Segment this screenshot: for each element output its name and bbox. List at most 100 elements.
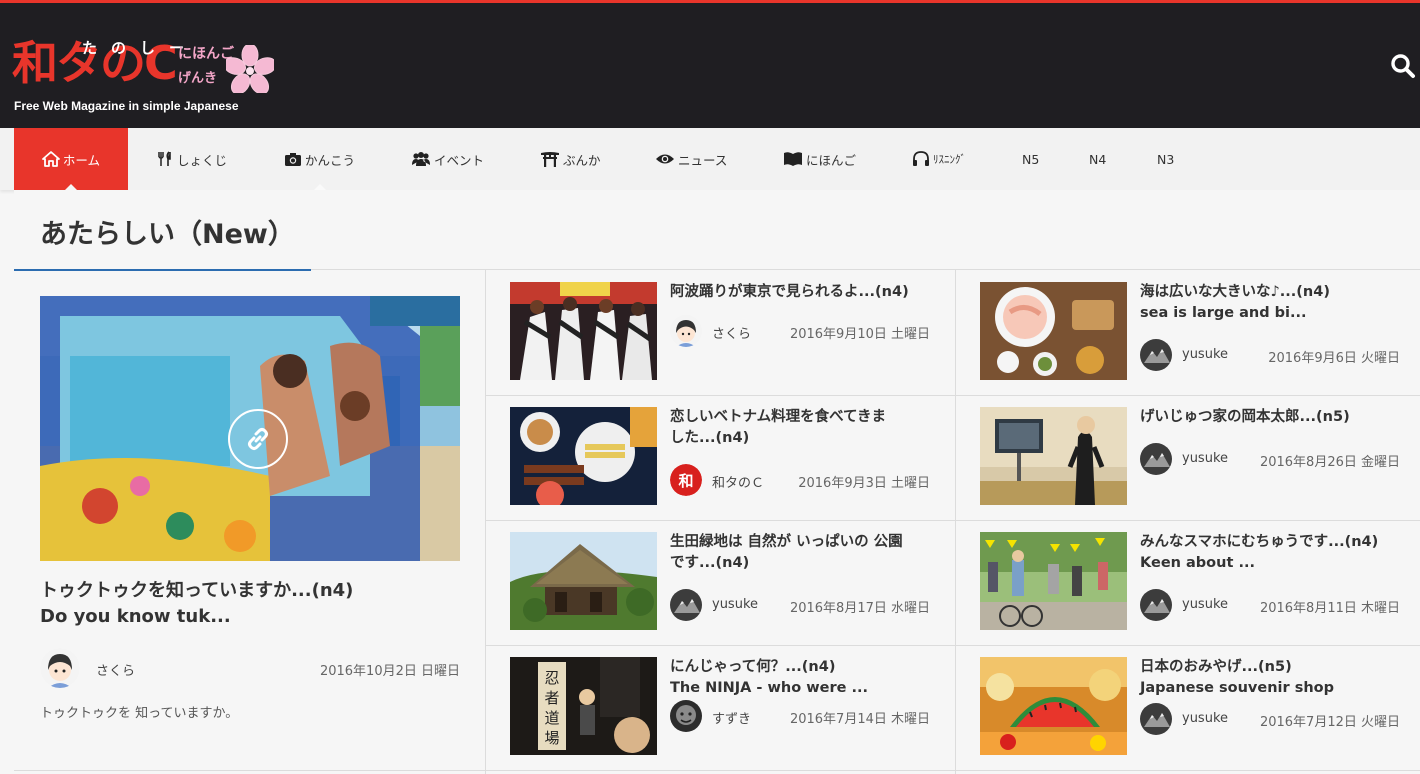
avatar[interactable]: 和 <box>670 464 702 496</box>
nav-item-news[interactable]: ニュース <box>655 128 727 190</box>
nav-item-label: しょくじ <box>177 152 228 168</box>
nav-item-listening[interactable]: ﾘｽﾆﾝｸﾞ <box>912 128 966 190</box>
post-title-line2: した...(n4) <box>670 430 750 446</box>
post-thumbnail[interactable] <box>980 407 1127 505</box>
nav-item-label: ホーム <box>62 152 101 168</box>
eye-icon <box>656 154 674 164</box>
post-card: 阿波踊りが東京で見られるよ...(n4) さくら 2016年9月10日 土曜日 <box>486 270 955 395</box>
post-title[interactable]: 日本のおみやげ...(n5) Japanese souvenir shop <box>1140 657 1405 699</box>
nav-item-n4[interactable]: N4 <box>1089 128 1106 190</box>
avatar[interactable] <box>1140 339 1172 371</box>
author-name[interactable]: 和タのＣ <box>712 472 764 491</box>
featured-post-image[interactable] <box>40 296 460 561</box>
post-title-line1: 生田緑地は 自然が いっぱいの 公園 <box>670 534 903 550</box>
post-meta: yusuke 2016年7月12日 火曜日 <box>1140 703 1400 737</box>
logo-tag-bottom: げんき <box>178 71 218 86</box>
author-name[interactable]: さくら <box>712 323 751 342</box>
post-title[interactable]: 恋しいベトナム料理を食べてきま した...(n4) <box>670 407 935 449</box>
post-date: 2016年8月26日 金曜日 <box>1259 455 1400 470</box>
post-title[interactable]: げいじゅつ家の岡本太郎...(n5) <box>1140 407 1405 428</box>
post-meta: すずき 2016年7月14日 木曜日 <box>670 700 930 734</box>
author-name[interactable]: yusuke <box>1182 451 1228 466</box>
post-date: 2016年9月6日 火曜日 <box>1268 351 1400 366</box>
utensils-icon <box>158 151 171 166</box>
main-nav: ホーム しょくじ かんこう イベント ぶんか ニュース にほんご ﾘｽﾆﾝｸﾞ … <box>0 128 1420 191</box>
post-date: 2016年8月17日 水曜日 <box>789 601 930 616</box>
avatar[interactable] <box>1140 703 1172 735</box>
nav-item-nihongo[interactable]: にほんご <box>783 128 856 190</box>
author-name[interactable]: yusuke <box>1182 711 1228 726</box>
post-meta: yusuke 2016年8月26日 金曜日 <box>1140 443 1400 477</box>
post-title-line1: 阿波踊りが東京で見られるよ...(n4) <box>670 284 909 300</box>
nav-item-shokuji[interactable]: しょくじ <box>156 128 227 190</box>
nav-item-bunka[interactable]: ぶんか <box>540 128 601 190</box>
post-card: 海は広いな大きいな♪...(n4) sea is large and bi...… <box>956 270 1420 395</box>
post-meta: yusuke 2016年8月17日 水曜日 <box>670 589 930 623</box>
author-name[interactable]: yusuke <box>1182 597 1228 612</box>
post-title-line2: Keen about ... <box>1140 555 1255 571</box>
svg-text:忍: 忍 <box>544 669 559 687</box>
post-date: 2016年10月2日 日曜日 <box>319 664 460 679</box>
featured-post-excerpt: トゥクトゥクを 知っていますか。 <box>40 706 239 721</box>
author-name[interactable]: すずき <box>712 708 751 727</box>
nav-item-label: N5 <box>1022 151 1040 167</box>
site-logo[interactable]: 和タのC たのしー にほんご げんき Free Web Magazine in … <box>12 33 277 113</box>
post-thumbnail[interactable] <box>510 282 657 380</box>
new-posts-section: あたらしい（New） トゥクトゥクを知っていますか...(n4) Do you … <box>14 190 1420 774</box>
nav-item-n5[interactable]: N5 <box>1022 128 1039 190</box>
nav-item-n3[interactable]: N3 <box>1157 128 1174 190</box>
nav-item-event[interactable]: イベント <box>411 128 484 190</box>
post-title-line1: げいじゅつ家の岡本太郎...(n5) <box>1140 409 1350 425</box>
post-date: 2016年7月14日 木曜日 <box>789 712 930 727</box>
nav-item-home[interactable]: ホーム <box>14 128 128 191</box>
avatar[interactable] <box>670 589 702 621</box>
post-date: 2016年8月11日 木曜日 <box>1259 601 1400 616</box>
featured-post-meta: さくら 2016年10月2日 日曜日 <box>40 648 460 688</box>
nav-item-label: イベント <box>434 152 485 168</box>
avatar[interactable] <box>1140 589 1172 621</box>
post-thumbnail[interactable] <box>980 282 1127 380</box>
post-thumbnail[interactable]: 忍者道場 <box>510 657 657 755</box>
post-thumbnail[interactable] <box>980 657 1127 755</box>
home-icon <box>42 151 60 167</box>
featured-post: トゥクトゥクを知っていますか...(n4) Do you know tuk...… <box>40 296 460 721</box>
post-title-line2: です...(n4) <box>670 555 750 571</box>
post-title[interactable]: にんじゃって何？...(n4) The NINJA - who were ... <box>670 657 935 699</box>
headphones-icon <box>913 151 929 166</box>
post-title[interactable]: みんなスマホにむちゅうです...(n4) Keen about ... <box>1140 532 1405 574</box>
post-thumbnail[interactable] <box>510 532 657 630</box>
nav-item-kankou[interactable]: かんこう <box>284 128 356 191</box>
avatar[interactable] <box>670 315 702 347</box>
featured-title-line1: トゥクトゥクを知っていますか...(n4) <box>40 580 354 601</box>
nav-item-label: かんこう <box>305 152 356 168</box>
post-card: 生田緑地は 自然が いっぱいの 公園 です...(n4) yusuke 2016… <box>486 520 955 645</box>
author-name[interactable]: yusuke <box>1182 347 1228 362</box>
avatar[interactable] <box>40 648 80 688</box>
post-title-line2: The NINJA - who were ... <box>670 680 869 696</box>
svg-text:道: 道 <box>544 709 559 727</box>
post-title[interactable]: 阿波踊りが東京で見られるよ...(n4) <box>670 282 935 303</box>
svg-text:和: 和 <box>678 472 693 490</box>
site-tagline: Free Web Magazine in simple Japanese <box>14 99 239 113</box>
row-divider <box>14 770 1420 771</box>
section-title: あたらしい（New） <box>40 219 295 250</box>
nav-item-label: にほんご <box>806 152 857 168</box>
search-icon[interactable] <box>1390 53 1416 79</box>
svg-text:者: 者 <box>544 689 559 707</box>
featured-post-title[interactable]: トゥクトゥクを知っていますか...(n4) Do you know tuk... <box>40 578 460 630</box>
post-title[interactable]: 生田緑地は 自然が いっぱいの 公園 です...(n4) <box>670 532 935 574</box>
author-name[interactable]: さくら <box>96 660 135 679</box>
site-header: 和タのC たのしー にほんご げんき Free Web Magazine in … <box>0 0 1420 128</box>
post-meta: yusuke 2016年8月11日 木曜日 <box>1140 589 1400 623</box>
post-card: 忍者道場 にんじゃって何？...(n4) The NINJA - who wer… <box>486 645 955 770</box>
post-thumbnail[interactable] <box>510 407 657 505</box>
post-date: 2016年9月10日 土曜日 <box>789 327 930 342</box>
author-name[interactable]: yusuke <box>712 597 758 612</box>
post-title[interactable]: 海は広いな大きいな♪...(n4) sea is large and bi... <box>1140 282 1405 324</box>
post-title-line2: Japanese souvenir shop <box>1140 680 1335 696</box>
avatar[interactable] <box>1140 443 1172 475</box>
link-icon[interactable] <box>228 409 288 469</box>
avatar[interactable] <box>670 700 702 732</box>
post-thumbnail[interactable] <box>980 532 1127 630</box>
post-meta: さくら 2016年9月10日 土曜日 <box>670 315 930 349</box>
